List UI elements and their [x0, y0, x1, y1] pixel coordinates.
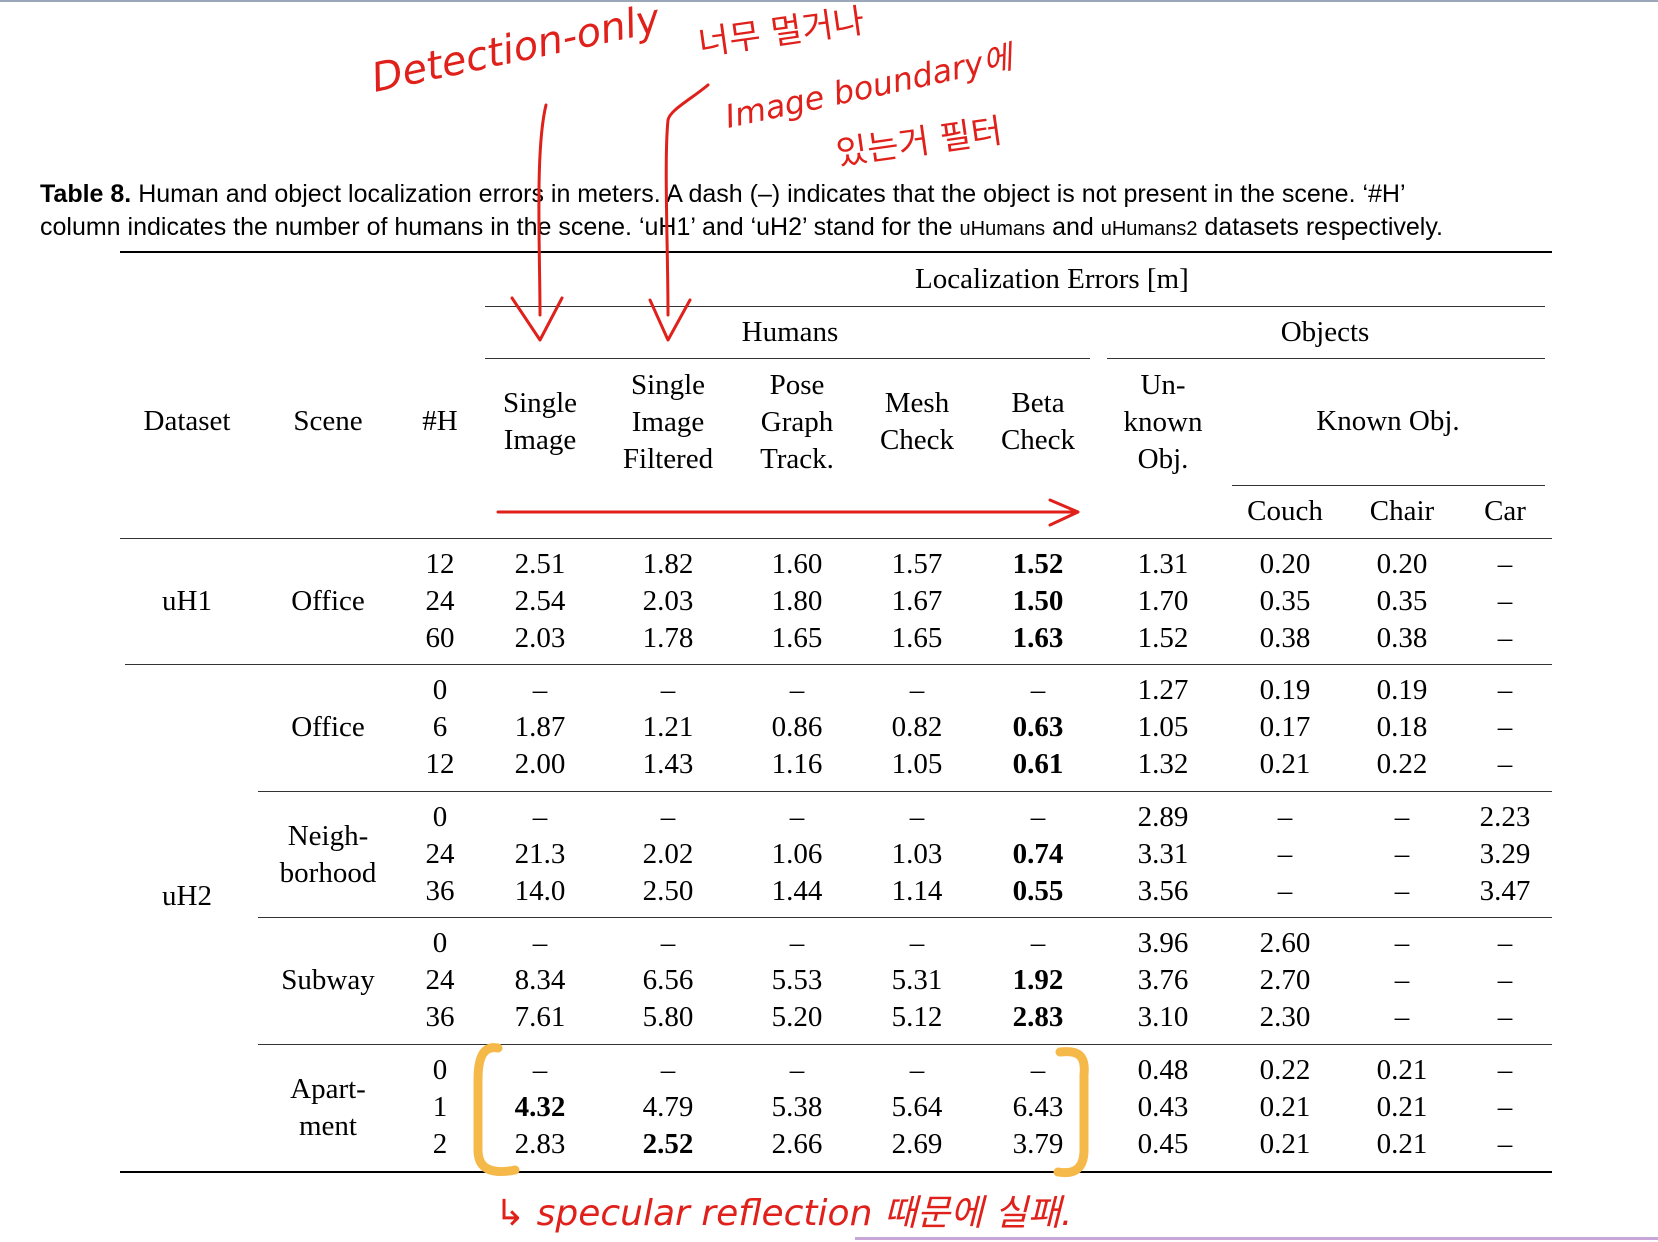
scene-label: Office	[291, 711, 365, 743]
uh1-bottom-rule	[125, 664, 1552, 665]
table-cell: –	[1497, 927, 1513, 959]
table-cell: 3.47	[1479, 875, 1531, 907]
window-top-border	[0, 0, 1658, 2]
subway-bottom-rule	[258, 1044, 1552, 1045]
scene-label: Neigh-	[287, 819, 369, 852]
scene-label: Subway	[281, 964, 375, 996]
table-cell: –	[1497, 1128, 1513, 1160]
header-known-obj: Known Obj.	[1316, 405, 1460, 437]
table-cell: –	[1497, 548, 1513, 580]
table-bottom-rule	[120, 1171, 1552, 1173]
table-cell: –	[1497, 585, 1513, 617]
table-cell: –	[1497, 674, 1513, 706]
neighborhood-bottom-rule	[258, 917, 1552, 918]
office-bottom-rule	[258, 791, 1552, 792]
dataset-label-uh1: uH1	[162, 585, 212, 617]
header-unknown-obj-line-1: known	[1123, 406, 1203, 438]
table-cell: –	[1497, 1091, 1513, 1123]
annotation-korean-1: 너무 멀거나	[696, 1, 867, 64]
selection-underline	[855, 1237, 1658, 1240]
caption-label: Table 8.	[40, 180, 132, 208]
header-bottom-rule	[120, 538, 1552, 539]
header-objects: Objects	[1280, 316, 1370, 348]
header-car: Car	[1484, 495, 1526, 527]
arrow-single-image-head	[510, 296, 564, 342]
table-cell: –	[1497, 1054, 1513, 1086]
table-cell: –	[1497, 964, 1513, 996]
table-cell: –	[1497, 622, 1513, 654]
table-cell: –	[1497, 748, 1513, 780]
table-cell: –	[1497, 711, 1513, 743]
known-obj-header-rule	[1232, 485, 1545, 486]
annotation-korean-2: Image boundary에	[722, 37, 1019, 136]
caption-and: and	[1045, 213, 1101, 241]
scene-label: ment	[299, 1109, 357, 1142]
caption-text-line2: column indicates the number of humans in…	[40, 213, 960, 241]
scene-label: Apart-	[290, 1072, 366, 1105]
table-cell: –	[1497, 1001, 1513, 1033]
caption-dataset-2: uHumans2	[1100, 218, 1198, 240]
annotation-detection-only: Detection-only	[368, 0, 666, 102]
dataset-label-uh2: uH2	[162, 880, 212, 912]
caption-dataset-1: uHumans	[959, 218, 1046, 240]
header-unknown-obj-line-2: Obj.	[1137, 443, 1189, 475]
table-caption: Table 8. Human and object localization e…	[40, 178, 1640, 246]
table-cell: 3.29	[1479, 838, 1531, 870]
arrow-horizontal-head	[1048, 498, 1080, 527]
table-cell: 2.23	[1479, 801, 1531, 833]
header-localization-errors: Localization Errors [m]	[915, 263, 1189, 295]
localization-header-rule	[485, 306, 1545, 307]
header-unknown-obj-line-0: Un-	[1140, 369, 1186, 401]
caption-text-line1: Human and object localization errors in …	[131, 180, 1406, 208]
caption-text-line2-end: datasets respectively.	[1197, 213, 1443, 241]
annotation-specular: ↳ specular reflection 때문에 실패.	[495, 1193, 1072, 1234]
header-humans: Humans	[741, 316, 839, 348]
humans-header-rule	[485, 358, 1090, 359]
table-top-rule	[120, 251, 1552, 253]
annotation-korean-3: 있는거 필터	[834, 111, 1005, 174]
objects-header-rule	[1107, 358, 1545, 359]
